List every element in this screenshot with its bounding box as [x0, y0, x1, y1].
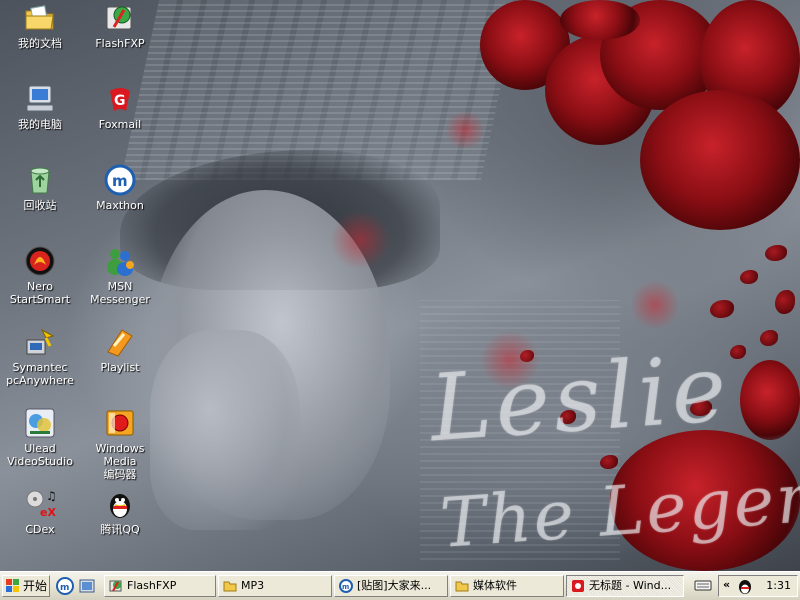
nero-icon: [24, 245, 56, 277]
desktop-icon-videostudio[interactable]: Ulead VideoStudio: [0, 407, 80, 468]
start-label: 开始: [23, 579, 48, 593]
folder-icon: [223, 579, 237, 593]
flashfxp-icon: [104, 2, 136, 34]
svg-text:G: G: [114, 93, 126, 109]
wallpaper-petal: [740, 270, 758, 284]
task-label: 媒体软件: [473, 579, 517, 592]
wallpaper-petal: [765, 245, 787, 261]
recycle-bin-icon: [24, 164, 56, 196]
desktop-icon-my-documents[interactable]: 我的文档: [0, 2, 80, 50]
task-label: FlashFXP: [127, 579, 177, 592]
desktop-icon-flashfxp[interactable]: FlashFXP: [80, 2, 160, 50]
desktop-icon-label: 腾讯QQ: [100, 523, 140, 536]
tray-expand-button[interactable]: «: [723, 578, 730, 591]
msn-icon: [104, 245, 136, 277]
wallpaper-petal: [730, 345, 746, 359]
svg-text:eX: eX: [40, 506, 56, 519]
desktop-icon-msn[interactable]: MSN Messenger: [80, 245, 160, 306]
task-label: 无标题 - Wind...: [589, 579, 672, 592]
desktop-icon-my-computer[interactable]: 我的电脑: [0, 83, 80, 131]
videostudio-icon: [24, 407, 56, 439]
wallpaper-spot: [330, 210, 390, 270]
wallpaper-petal: [775, 290, 795, 314]
desktop-icon-label: 回收站: [23, 199, 57, 212]
pcanywhere-icon: [24, 326, 56, 358]
task-untitled[interactable]: 无标题 - Wind...: [566, 575, 684, 597]
wallpaper-title: Leslie: [426, 334, 734, 463]
desktop-icon-label: FlashFXP: [95, 37, 145, 50]
playlist-icon: [104, 326, 136, 358]
windows-flag-icon: [6, 579, 20, 593]
qq-icon: [104, 488, 136, 520]
wallpaper-rose: [740, 360, 800, 440]
foxmail-icon: G: [104, 83, 136, 115]
media-encoder-icon: [104, 407, 136, 439]
task-mp3[interactable]: MP3: [218, 575, 332, 597]
system-tray: « 1:31: [718, 575, 798, 597]
flashfxp-icon: [109, 579, 123, 593]
desktop-icon-media-encoder[interactable]: Windows Media 编码器: [80, 407, 160, 481]
quicklaunch-maxthon-icon[interactable]: m: [56, 577, 74, 595]
desktop-icon-label: 我的电脑: [18, 118, 62, 131]
desktop-icon-label: Playlist: [100, 361, 140, 374]
task-label: MP3: [241, 579, 265, 592]
desktop-icon-label: Nero StartSmart: [9, 280, 71, 306]
clock[interactable]: 1:31: [766, 579, 791, 592]
desktop-icon-label: CDex: [25, 523, 55, 536]
desktop-icon-playlist[interactable]: Playlist: [80, 326, 160, 374]
task-flashfxp[interactable]: FlashFXP: [104, 575, 216, 597]
desktop-icon-cdex[interactable]: eX ♫ CDex: [0, 488, 80, 536]
desktop-icon-label: MSN Messenger: [90, 280, 150, 306]
desktop-icon-recycle-bin[interactable]: 回收站: [0, 164, 80, 212]
wallpaper-spot: [630, 280, 680, 330]
start-button[interactable]: 开始: [2, 575, 50, 597]
computer-icon: [24, 83, 56, 115]
show-desktop-icon[interactable]: [78, 577, 96, 595]
folder-icon: [455, 579, 469, 593]
app-icon: [571, 579, 585, 593]
desktop-icon-label: Maxthon: [96, 199, 144, 212]
task-maxthon-page[interactable]: m [贴图]大家来...: [334, 575, 448, 597]
desktop-icon-label: Ulead VideoStudio: [7, 442, 73, 468]
wallpaper-spot: [445, 110, 485, 150]
desktop-icon-nero[interactable]: Nero StartSmart: [0, 245, 80, 306]
qq-icon[interactable]: [737, 577, 753, 599]
svg-text:m: m: [60, 583, 69, 593]
task-label: [贴图]大家来...: [357, 579, 432, 592]
desktop-icon-label: Windows Media 编码器: [95, 442, 145, 481]
svg-text:m: m: [112, 172, 128, 190]
desktop-icon-foxmail[interactable]: G Foxmail: [80, 83, 160, 131]
maxthon-icon: m: [104, 164, 136, 196]
wallpaper-hand: [150, 330, 300, 530]
wallpaper-petal: [760, 330, 778, 346]
taskbar: 开始 m FlashFXP MP3 m [贴图]大家来... 媒体软件 无标题 …: [0, 571, 800, 600]
maxthon-icon: m: [339, 579, 353, 593]
svg-text:m: m: [342, 583, 349, 591]
desktop-icon-label: Foxmail: [98, 118, 142, 131]
desktop-icon-maxthon[interactable]: m Maxthon: [80, 164, 160, 212]
keyboard-icon[interactable]: [694, 577, 712, 593]
desktop-icon-label: 我的文档: [18, 37, 62, 50]
wallpaper-petal: [710, 300, 734, 318]
wallpaper-rose: [640, 90, 800, 230]
desktop-icon-label: Symantec pcAnywhere: [6, 361, 74, 387]
desktop-icon-qq[interactable]: 腾讯QQ: [80, 488, 160, 536]
desktop[interactable]: Leslie The Legend 我的文档 我的电脑 回收站 Nero Sta…: [0, 0, 800, 571]
desktop-icon-pcanywhere[interactable]: Symantec pcAnywhere: [0, 326, 80, 387]
task-media-software[interactable]: 媒体软件: [450, 575, 564, 597]
wallpaper-rose: [560, 0, 640, 40]
cdex-icon: eX ♫: [24, 488, 57, 520]
folder-documents-icon: [24, 2, 56, 34]
svg-text:♫: ♫: [46, 489, 56, 503]
